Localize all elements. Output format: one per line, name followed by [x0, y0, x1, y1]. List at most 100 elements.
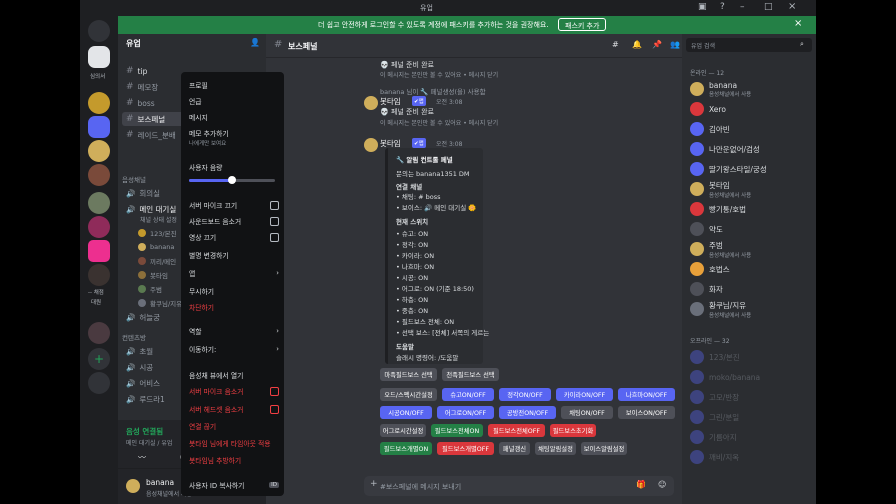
panel-button[interactable]: 채팅ON/OFF [561, 406, 613, 419]
menu-item-server-mute[interactable]: 서버 마이크 끄기 [189, 198, 279, 212]
server-icon[interactable] [88, 216, 110, 238]
panel-button[interactable]: 오드/스펙시간설정 [380, 388, 437, 401]
panel-button[interactable]: 필드보스전체OFF [488, 424, 545, 437]
bot-avatar[interactable] [364, 96, 378, 110]
member-item[interactable]: 화자 [690, 280, 814, 298]
volume-handle[interactable] [228, 176, 236, 184]
server-icon[interactable] [88, 264, 110, 286]
member-item[interactable]: 김아빈 [690, 120, 814, 138]
server-icon[interactable] [88, 240, 110, 262]
discord-home-icon[interactable] [88, 20, 110, 42]
minimize-icon[interactable]: – [740, 2, 745, 12]
menu-item-move[interactable]: 이동하기: › [189, 342, 279, 356]
close-icon[interactable]: × [788, 1, 796, 12]
threads-icon[interactable]: # [612, 40, 619, 49]
member-item[interactable]: 빵기통/호법 [690, 200, 814, 218]
explore-icon[interactable] [88, 372, 110, 394]
panel-button[interactable]: 필드보스개별OFF [437, 442, 494, 455]
panel-button[interactable]: 필드보스개별ON [380, 442, 432, 455]
menu-item-apps[interactable]: 앱 › [189, 266, 279, 280]
gift-icon[interactable]: 🎁 [636, 480, 646, 489]
panel-button[interactable]: 필드보스초기화 [550, 424, 596, 437]
menu-item-copy-id[interactable]: 사용자 ID 복사하기 ID [189, 478, 279, 492]
panel-button[interactable]: 마족필드보스 선택 [380, 368, 437, 381]
server-name[interactable]: 유업 [126, 38, 141, 49]
inbox-icon[interactable]: ▣ [698, 2, 707, 12]
avatar[interactable] [126, 479, 140, 493]
menu-item-nickname[interactable]: 별명 변경하기 [189, 248, 279, 262]
category-content[interactable]: 컨텐츠방 [122, 332, 146, 342]
voice-channel-name[interactable]: 메인 대기실 / 유업 [126, 438, 172, 447]
member-item[interactable]: 주범 음성채널에서 사용 [690, 240, 814, 259]
maximize-icon[interactable]: □ [764, 2, 773, 12]
checkbox[interactable] [270, 200, 279, 210]
member-item-offline[interactable]: 그린/분일 [690, 408, 814, 426]
member-item[interactable]: 호법스 [690, 260, 814, 278]
user-name[interactable]: banana [146, 478, 174, 487]
checkbox[interactable] [270, 404, 279, 414]
panel-button[interactable]: 슈고ON/OFF [442, 388, 494, 401]
member-item-offline[interactable]: 깨비/지옥 [690, 448, 814, 466]
attach-icon[interactable]: + [370, 479, 378, 489]
bell-icon[interactable]: 🔔 [632, 40, 642, 49]
volume-slider[interactable] [189, 176, 275, 184]
member-item[interactable]: 황쿠님/지유 음성채널에서 사용 [690, 300, 814, 319]
panel-button[interactable]: 천족필드보스 선택 [442, 368, 499, 381]
member-item-offline[interactable]: 123/본진 [690, 348, 814, 366]
member-item-offline[interactable]: moko/banana [690, 368, 814, 386]
menu-item-ignore[interactable]: 무시하기 [189, 284, 279, 298]
checkbox[interactable] [270, 232, 279, 242]
server-icon[interactable] [88, 164, 110, 186]
member-item[interactable]: banana 음성채널에서 사용 [690, 80, 814, 98]
checkbox[interactable] [270, 216, 279, 226]
add-member-icon[interactable]: 👤 [250, 38, 260, 47]
menu-item-timeout[interactable]: 봇타임 님에게 타임아웃 적용 [189, 436, 279, 450]
noise-icon[interactable]: 〰 [138, 452, 146, 463]
members-icon[interactable]: 👥 [670, 40, 680, 49]
server-icon[interactable] [88, 116, 110, 138]
panel-button[interactable]: 나흐마ON/OFF [618, 388, 675, 401]
member-item-offline[interactable]: 고모/반장 [690, 388, 814, 406]
menu-item-server-mic-mute[interactable]: 서버 마이크 음소거 [189, 384, 279, 398]
panel-button[interactable]: 보이스ON/OFF [618, 406, 675, 419]
menu-item-kick[interactable]: 봇타임님 추방하기 [189, 453, 279, 467]
panel-button[interactable]: 어그로ON/OFF [437, 406, 494, 419]
menu-item-video-off[interactable]: 영상 끄기 [189, 230, 279, 244]
member-item[interactable]: Xero [690, 100, 814, 118]
banner-close-icon[interactable]: × [794, 18, 802, 29]
bot-avatar[interactable] [364, 138, 378, 152]
member-item[interactable]: 봇타임 음성채널에서 사용 [690, 180, 814, 199]
menu-item-roles[interactable]: 역할 › [189, 324, 279, 338]
panel-button[interactable]: 필드보스전체ON [431, 424, 483, 437]
server-icon[interactable] [88, 46, 110, 68]
menu-item-server-deafen[interactable]: 서버 헤드셋 음소거 [189, 402, 279, 416]
member-item[interactable]: 딸기왕스타일/궁성 [690, 160, 814, 178]
panel-button[interactable]: 정각ON/OFF [499, 388, 551, 401]
menu-item-soundboard[interactable]: 사운드보드 음소거 [189, 214, 279, 228]
menu-item-mention[interactable]: 언급 [189, 94, 279, 108]
panel-button[interactable]: 카이라ON/OFF [556, 388, 613, 401]
panel-button[interactable]: 채팅알림설정 [535, 442, 576, 455]
add-server-icon[interactable]: + [88, 348, 110, 370]
checkbox[interactable] [270, 386, 279, 396]
server-icon[interactable] [88, 322, 110, 344]
menu-item-open-voice[interactable]: 음성채 뷰에서 열기 [189, 368, 279, 382]
voice-status[interactable]: 음성 연결됨 [126, 426, 163, 437]
ephemeral-note[interactable]: 이 메시지는 본인만 볼 수 있어요 • 메시지 닫기 [380, 70, 498, 79]
add-passkey-button[interactable]: 패스키 추가 [558, 18, 607, 31]
pin-icon[interactable]: 📌 [652, 40, 662, 49]
search-input[interactable]: 유업 검색 ⌕ [686, 38, 812, 52]
member-item[interactable]: 나만운없어/검성 [690, 140, 814, 158]
member-item[interactable]: 약도 [690, 220, 814, 238]
menu-item-block[interactable]: 차단하기 [189, 300, 279, 314]
menu-item-message[interactable]: 메시지 [189, 110, 279, 124]
menu-item-disconnect[interactable]: 연결 끊기 [189, 419, 279, 433]
panel-button[interactable]: 시공ON/OFF [380, 406, 432, 419]
member-item-offline[interactable]: 기름아지 [690, 428, 814, 446]
panel-button[interactable]: 공방전ON/OFF [499, 406, 556, 419]
panel-button[interactable]: 어그로시간설정 [380, 424, 426, 437]
ephemeral-note[interactable]: 이 메시지는 본인만 볼 수 있어요 • 메시지 닫기 [380, 118, 498, 127]
help-icon[interactable]: ? [720, 2, 725, 12]
category-voice[interactable]: 음성채널 [122, 174, 146, 184]
emoji-icon[interactable]: ☺ [658, 480, 666, 489]
